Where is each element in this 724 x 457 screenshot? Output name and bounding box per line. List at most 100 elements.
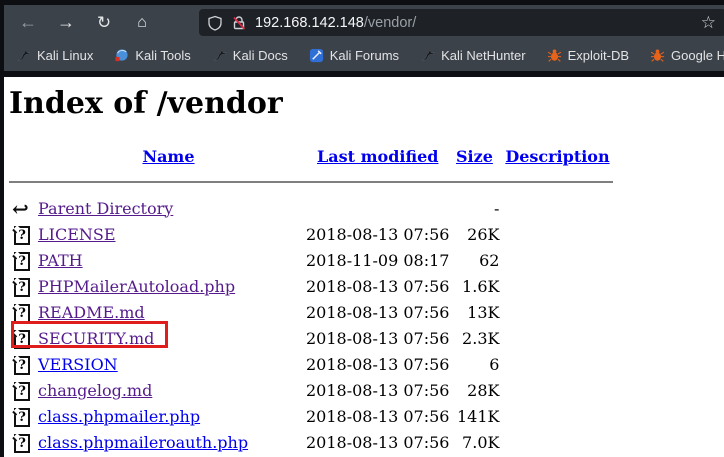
last-modified-cell: 2018-08-13 07:56 (306, 224, 450, 244)
page-title: Index of /vendor (9, 86, 283, 121)
size-cell: 2.3K (462, 328, 500, 348)
table-row: ? PATH 2018-11-09 08:17 62 (9, 247, 615, 273)
description-cell (499, 325, 615, 351)
back-icon: ← (19, 12, 37, 32)
size-cell: 6 (489, 354, 500, 374)
forward-button[interactable]: → (51, 9, 81, 37)
shield-icon[interactable] (207, 15, 223, 31)
unknown-file-icon: ? (14, 277, 30, 297)
last-modified-cell: 2018-08-13 07:56 (306, 302, 450, 322)
description-cell (499, 351, 615, 377)
reload-icon: ↻ (96, 12, 112, 32)
bookmark-label: Kali Docs (232, 48, 288, 63)
size-cell: 7.0K (462, 432, 500, 452)
page-content: Index of /vendor Name Last modified Size… (4, 77, 724, 457)
forward-icon: → (57, 12, 75, 32)
last-modified-cell: 2018-08-13 07:56 (306, 406, 450, 426)
home-button[interactable]: ⌂ (127, 9, 157, 37)
kali-forums-icon (309, 48, 324, 63)
unknown-file-icon: ? (14, 303, 30, 323)
sort-by-modified-link[interactable]: Last modified (317, 147, 438, 166)
file-link[interactable]: LICENSE (38, 225, 116, 244)
file-link[interactable]: PATH (38, 251, 83, 270)
url-bar[interactable]: 192.168.142.148/vendor/ ☆ (199, 9, 724, 36)
parent-directory-icon: ↩ (12, 196, 29, 221)
unknown-file-icon: ? (14, 407, 30, 427)
size-cell: 1.6K (462, 276, 500, 296)
size-cell: - (494, 198, 500, 218)
last-modified-cell: 2018-11-09 08:17 (306, 250, 450, 270)
reload-button[interactable]: ↻ (89, 9, 119, 37)
horizontal-rule (9, 181, 613, 183)
description-cell (499, 273, 615, 299)
home-icon: ⌂ (137, 13, 147, 31)
bookmark-kali-docs[interactable]: Kali Docs (212, 48, 288, 63)
file-link[interactable]: PHPMailerAutoload.php (38, 277, 235, 296)
bug-icon (650, 48, 665, 63)
bookmark-kali-nethunter[interactable]: Kali NetHunter (420, 48, 526, 63)
bookmark-kali-forums[interactable]: Kali Forums (309, 48, 399, 63)
bookmark-kali-linux[interactable]: Kali Linux (16, 48, 93, 63)
size-cell: 26K (467, 224, 500, 244)
file-link[interactable]: changelog.md (38, 381, 152, 400)
last-modified-cell (306, 195, 449, 221)
unknown-file-icon: ? (14, 225, 30, 245)
url-path: /vendor/ (363, 14, 417, 31)
bookmark-star-icon[interactable]: ☆ (701, 14, 718, 31)
file-link[interactable]: VERSION (38, 355, 118, 374)
bookmark-label: Google Ha (671, 48, 724, 63)
bookmark-label: Kali Forums (329, 48, 400, 63)
table-row: ? PHPMailerAutoload.php 2018-08-13 07:56… (9, 273, 615, 299)
unknown-file-icon: ? (14, 355, 30, 375)
file-link[interactable]: class.phpmailer.php (38, 407, 200, 426)
size-cell: 141K (456, 406, 500, 426)
description-cell (499, 247, 615, 273)
bookmark-label: Kali Linux (37, 48, 94, 63)
description-cell (499, 221, 615, 247)
browser-window: ← → ↻ ⌂ 192.168.142.148/vendor/ ☆ Kali L… (0, 0, 724, 457)
table-header-row: Name Last modified Size Description (9, 143, 615, 169)
table-row: ? LICENSE 2018-08-13 07:56 26K (9, 221, 615, 247)
insecure-lock-icon[interactable] (231, 15, 247, 31)
table-row: ? class.phpmaileroauth.php 2018-08-13 07… (9, 429, 615, 455)
bookmark-label: Kali NetHunter (441, 48, 526, 63)
description-cell (499, 429, 615, 455)
file-link[interactable]: class.phpmaileroauth.php (38, 433, 248, 452)
file-link[interactable]: README.md (38, 303, 145, 322)
sort-by-name-link[interactable]: Name (142, 147, 194, 166)
description-cell (499, 403, 615, 429)
bookmark-google-hacking-db[interactable]: Google Ha (650, 48, 724, 63)
directory-listing-table: Name Last modified Size Description ↩ Pa… (9, 143, 615, 457)
table-row: ? changelog.md 2018-08-13 07:56 28K (9, 377, 615, 403)
navigation-toolbar: ← → ↻ ⌂ 192.168.142.148/vendor/ ☆ (4, 5, 724, 40)
sort-by-size-link[interactable]: Size (456, 147, 493, 166)
bug-icon (547, 48, 562, 63)
unknown-file-icon: ? (14, 251, 30, 271)
size-cell: 62 (479, 250, 500, 270)
kali-dragon-icon (16, 48, 31, 63)
bookmarks-toolbar: Kali Linux Kali Tools Kali Docs Kali For… (4, 40, 724, 71)
table-row: ? class.phpmailer.php 2018-08-13 07:56 1… (9, 403, 615, 429)
bookmark-label: Kali Tools (135, 48, 191, 63)
last-modified-cell: 2018-08-13 07:56 (306, 432, 450, 452)
description-cell (499, 195, 615, 221)
sort-by-description-link[interactable]: Description (505, 147, 609, 166)
table-row: ↩ Parent Directory - (9, 195, 615, 221)
header-divider-row (9, 169, 615, 195)
bookmark-exploit-db[interactable]: Exploit-DB (547, 48, 629, 63)
url-text: 192.168.142.148/vendor/ (255, 15, 416, 31)
unknown-file-icon: ? (14, 381, 30, 401)
kali-tools-icon (114, 48, 129, 63)
last-modified-cell: 2018-08-13 07:56 (306, 354, 450, 374)
back-button[interactable]: ← (13, 9, 43, 37)
last-modified-cell: 2018-08-13 07:56 (306, 380, 450, 400)
size-cell: 13K (467, 302, 500, 322)
file-link[interactable]: Parent Directory (38, 199, 173, 218)
bookmark-kali-tools[interactable]: Kali Tools (114, 48, 191, 63)
kali-dragon-icon (212, 48, 227, 63)
last-modified-cell: 2018-08-13 07:56 (306, 276, 450, 296)
size-cell: 28K (467, 380, 500, 400)
kali-dragon-icon (420, 48, 435, 63)
url-host: 192.168.142.148 (255, 14, 364, 31)
last-modified-cell: 2018-08-13 07:56 (306, 328, 450, 348)
